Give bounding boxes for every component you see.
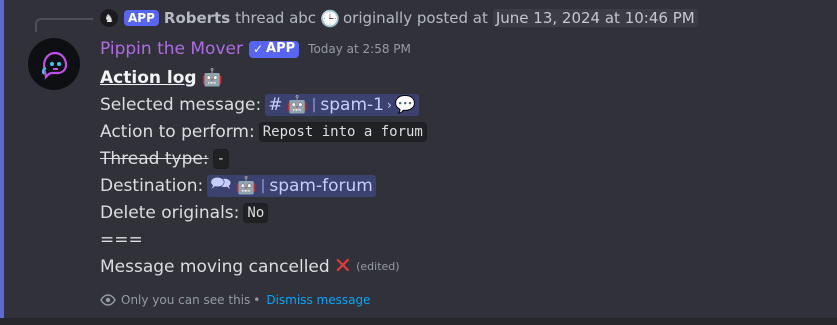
selected-message-line: Selected message: # 🤖 | spam-1 › 💬 xyxy=(100,91,820,118)
robot-icon: 🤖 xyxy=(286,94,308,115)
selected-message-label: Selected message: xyxy=(100,94,262,115)
separator-line: === xyxy=(100,226,820,253)
bottom-strip xyxy=(0,318,837,325)
action-log-title: Action log xyxy=(100,67,197,88)
message-content: Action log 🤖 Selected message: # 🤖 | spa… xyxy=(100,64,820,280)
hash-icon: # xyxy=(268,94,283,115)
reply-preview[interactable]: ♞ APP Roberts thread abc 🕒 originally po… xyxy=(100,7,698,29)
forum-icon: 🗪 xyxy=(210,174,232,194)
bot-avatar[interactable] xyxy=(28,38,80,90)
chevron-right-icon: › xyxy=(386,97,392,112)
dismiss-message-link[interactable]: Dismiss message xyxy=(266,293,370,307)
checkmark-icon: ✓ xyxy=(252,42,264,56)
verified-app-badge: ✓ APP xyxy=(248,40,300,58)
thread-type-line: Thread type: - xyxy=(100,145,820,172)
message-container: ♞ APP Roberts thread abc 🕒 originally po… xyxy=(0,0,837,318)
action-label: Action to perform: xyxy=(100,121,255,142)
app-badge-label: APP xyxy=(266,41,296,56)
reply-app-badge: APP xyxy=(124,10,159,26)
selected-message-mention[interactable]: # 🤖 | spam-1 › 💬 xyxy=(265,93,419,116)
footer-bullet: • xyxy=(253,293,261,307)
status-text: Message moving cancelled xyxy=(100,256,330,277)
message-timestamp[interactable]: Today at 2:58 PM xyxy=(308,42,411,56)
ephemeral-footer: Only you can see this • Dismiss message xyxy=(100,291,370,309)
eye-icon xyxy=(100,294,116,306)
replied-user-avatar[interactable]: ♞ xyxy=(100,9,118,27)
delete-originals-label: Delete originals: xyxy=(100,202,240,223)
ephemeral-text: Only you can see this xyxy=(121,293,251,307)
thread-type-label: Thread type: xyxy=(100,148,209,169)
speech-bubble-icon: 💬 xyxy=(394,94,416,115)
reply-text[interactable]: thread abc xyxy=(235,9,316,27)
robot-icon: 🤖 xyxy=(235,175,257,196)
divider-icon: | xyxy=(311,96,317,113)
divider-icon: | xyxy=(260,177,266,194)
cross-mark-icon: ✕ xyxy=(333,254,353,279)
title-line: Action log 🤖 xyxy=(100,64,820,91)
message-header: Pippin the Mover ✓ APP Today at 2:58 PM xyxy=(100,37,411,61)
edited-marker: (edited) xyxy=(356,260,400,273)
reply-timestamp: June 13, 2024 at 10:46 PM xyxy=(492,9,698,27)
selected-channel-name: spam-1 xyxy=(320,94,384,115)
destination-mention[interactable]: 🗪 🤖 | spam-forum xyxy=(207,174,376,197)
reply-label: originally posted at xyxy=(342,9,488,27)
ghost-logo-icon xyxy=(41,51,68,80)
delete-originals-line: Delete originals: No xyxy=(100,199,820,226)
status-line: Message moving cancelled ✕ (edited) xyxy=(100,253,820,280)
action-line: Action to perform: Repost into a forum xyxy=(100,118,820,145)
bot-username[interactable]: Pippin the Mover xyxy=(100,39,243,59)
action-value: Repost into a forum xyxy=(258,121,427,142)
robot-face-icon: 🤖 xyxy=(201,67,223,88)
destination-line: Destination: 🗪 🤖 | spam-forum xyxy=(100,172,820,199)
delete-originals-value: No xyxy=(243,202,269,223)
reply-author[interactable]: Roberts xyxy=(164,9,230,27)
thread-type-value: - xyxy=(212,148,229,169)
destination-channel-name: spam-forum xyxy=(269,175,373,196)
reply-spine xyxy=(35,18,93,32)
separator-text: === xyxy=(100,229,143,250)
clock-icon: 🕒 xyxy=(320,8,340,28)
destination-label: Destination: xyxy=(100,175,204,196)
